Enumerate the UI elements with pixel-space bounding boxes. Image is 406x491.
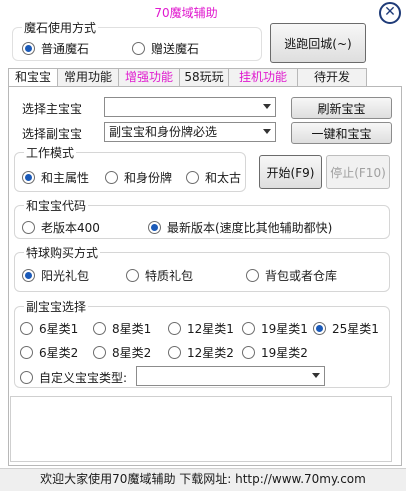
radio-label: 和太古 <box>205 171 242 185</box>
radio-dot <box>126 269 139 282</box>
radio-label: 6星类2 <box>39 346 79 360</box>
work-mode-radio-id[interactable]: 和身份牌 <box>105 169 172 186</box>
sub-radio-8-2[interactable]: 8星类2 <box>93 344 151 361</box>
radio-label: 8星类2 <box>112 346 152 360</box>
work-mode-radio-main[interactable]: 和主属性 <box>22 169 89 186</box>
radio-dot <box>20 346 33 359</box>
sub-radio-19-2[interactable]: 19星类2 <box>242 344 308 361</box>
radio-dot <box>242 346 255 359</box>
tab-idle[interactable]: 挂机功能 <box>228 68 298 86</box>
radio-dot <box>22 269 35 282</box>
sub-radio-8-1[interactable]: 8星类1 <box>93 320 151 337</box>
radio-label: 老版本400 <box>41 221 100 235</box>
radio-label: 和主属性 <box>41 171 90 185</box>
code-radio-old[interactable]: 老版本400 <box>22 219 100 236</box>
radio-label: 最新版本(速度比其他辅助都快) <box>167 221 333 235</box>
radio-label: 背包或者仓库 <box>265 269 338 283</box>
radio-label: 普通魔石 <box>41 42 90 56</box>
radio-dot <box>242 322 255 335</box>
sub-radio-custom[interactable]: 自定义宝宝类型: <box>20 369 127 386</box>
chevron-down-icon <box>263 104 271 109</box>
radio-label: 自定义宝宝类型: <box>39 371 128 385</box>
radio-dot <box>168 322 181 335</box>
ball-radio-bag[interactable]: 背包或者仓库 <box>246 267 337 284</box>
stop-button[interactable]: 停止(F10) <box>326 155 390 189</box>
sub-radio-6-1[interactable]: 6星类1 <box>20 320 78 337</box>
sub-radio-25-1[interactable]: 25星类1 <box>313 320 379 337</box>
magic-stone-radio-gift[interactable]: 赠送魔石 <box>132 40 199 57</box>
radio-label: 阳光礼包 <box>41 269 90 283</box>
code-radio-new[interactable]: 最新版本(速度比其他辅助都快) <box>148 219 332 236</box>
radio-dot <box>93 322 106 335</box>
custom-pet-type-select[interactable] <box>136 366 325 386</box>
status-bar: 欢迎大家使用70魔域辅助 下载网址: http://www.70my.com <box>0 468 406 491</box>
radio-dot <box>22 42 35 55</box>
radio-label: 12星类2 <box>187 346 234 360</box>
chevron-down-icon <box>263 129 271 134</box>
radio-dot <box>246 269 259 282</box>
escape-button[interactable]: 逃跑回城(~) <box>270 23 366 63</box>
tab-bar: 和宝宝 常用功能 增强功能 58玩玩 挂机功能 待开发 <box>8 68 367 87</box>
ball-legend: 特球购买方式 <box>24 246 101 260</box>
log-textbox[interactable] <box>10 396 392 462</box>
main-pet-select[interactable] <box>104 97 276 117</box>
radio-label: 特质礼包 <box>145 269 194 283</box>
radio-dot <box>20 322 33 335</box>
tab-pending[interactable]: 待开发 <box>297 68 367 86</box>
sub-radio-6-2[interactable]: 6星类2 <box>20 344 78 361</box>
radio-dot <box>22 171 35 184</box>
radio-dot <box>148 221 161 234</box>
radio-label: 8星类1 <box>112 322 152 336</box>
radio-dot <box>186 171 199 184</box>
start-button[interactable]: 开始(F9) <box>259 155 322 189</box>
radio-dot <box>93 346 106 359</box>
radio-dot <box>20 371 33 384</box>
radio-dot <box>168 346 181 359</box>
sub-radio-12-1[interactable]: 12星类1 <box>168 320 234 337</box>
radio-dot <box>105 171 118 184</box>
radio-label: 19星类2 <box>261 346 308 360</box>
work-mode-legend: 工作模式 <box>24 146 77 160</box>
radio-label: 25星类1 <box>332 322 379 336</box>
radio-label: 和身份牌 <box>124 171 173 185</box>
magic-stone-radio-normal[interactable]: 普通魔石 <box>22 40 89 57</box>
tab-merge-pet[interactable]: 和宝宝 <box>8 68 58 87</box>
tab-58wanwan[interactable]: 58玩玩 <box>179 68 229 86</box>
sub-pet-select[interactable]: 副宝宝和身份牌必选 <box>104 122 276 142</box>
radio-label: 6星类1 <box>39 322 79 336</box>
tab-enhance[interactable]: 增强功能 <box>118 68 180 86</box>
merge-pet-button[interactable]: 一键和宝宝 <box>291 122 392 144</box>
close-icon[interactable]: ✕ <box>379 2 401 24</box>
ball-radio-sunshine[interactable]: 阳光礼包 <box>22 267 89 284</box>
radio-dot <box>313 322 326 335</box>
window-title: 70魔域辅助 <box>154 6 218 20</box>
radio-dot <box>22 221 35 234</box>
radio-label: 12星类1 <box>187 322 234 336</box>
sub-radio-19-1[interactable]: 19星类1 <box>242 320 308 337</box>
main-pet-label: 选择主宝宝 <box>22 102 83 116</box>
sub-select-legend: 副宝宝选择 <box>24 300 89 314</box>
code-legend: 和宝宝代码 <box>24 199 89 213</box>
sub-pet-label: 选择副宝宝 <box>22 127 83 141</box>
magic-stone-legend: 魔石使用方式 <box>22 21 99 35</box>
refresh-pet-button[interactable]: 刷新宝宝 <box>291 97 392 119</box>
radio-label: 赠送魔石 <box>151 42 200 56</box>
select-value: 副宝宝和身份牌必选 <box>109 125 218 139</box>
radio-dot <box>132 42 145 55</box>
radio-label: 19星类1 <box>261 322 308 336</box>
ball-radio-special[interactable]: 特质礼包 <box>126 267 193 284</box>
chevron-down-icon <box>312 373 320 378</box>
tab-common[interactable]: 常用功能 <box>57 68 119 86</box>
work-mode-radio-ancient[interactable]: 和太古 <box>186 169 241 186</box>
sub-radio-12-2[interactable]: 12星类2 <box>168 344 234 361</box>
